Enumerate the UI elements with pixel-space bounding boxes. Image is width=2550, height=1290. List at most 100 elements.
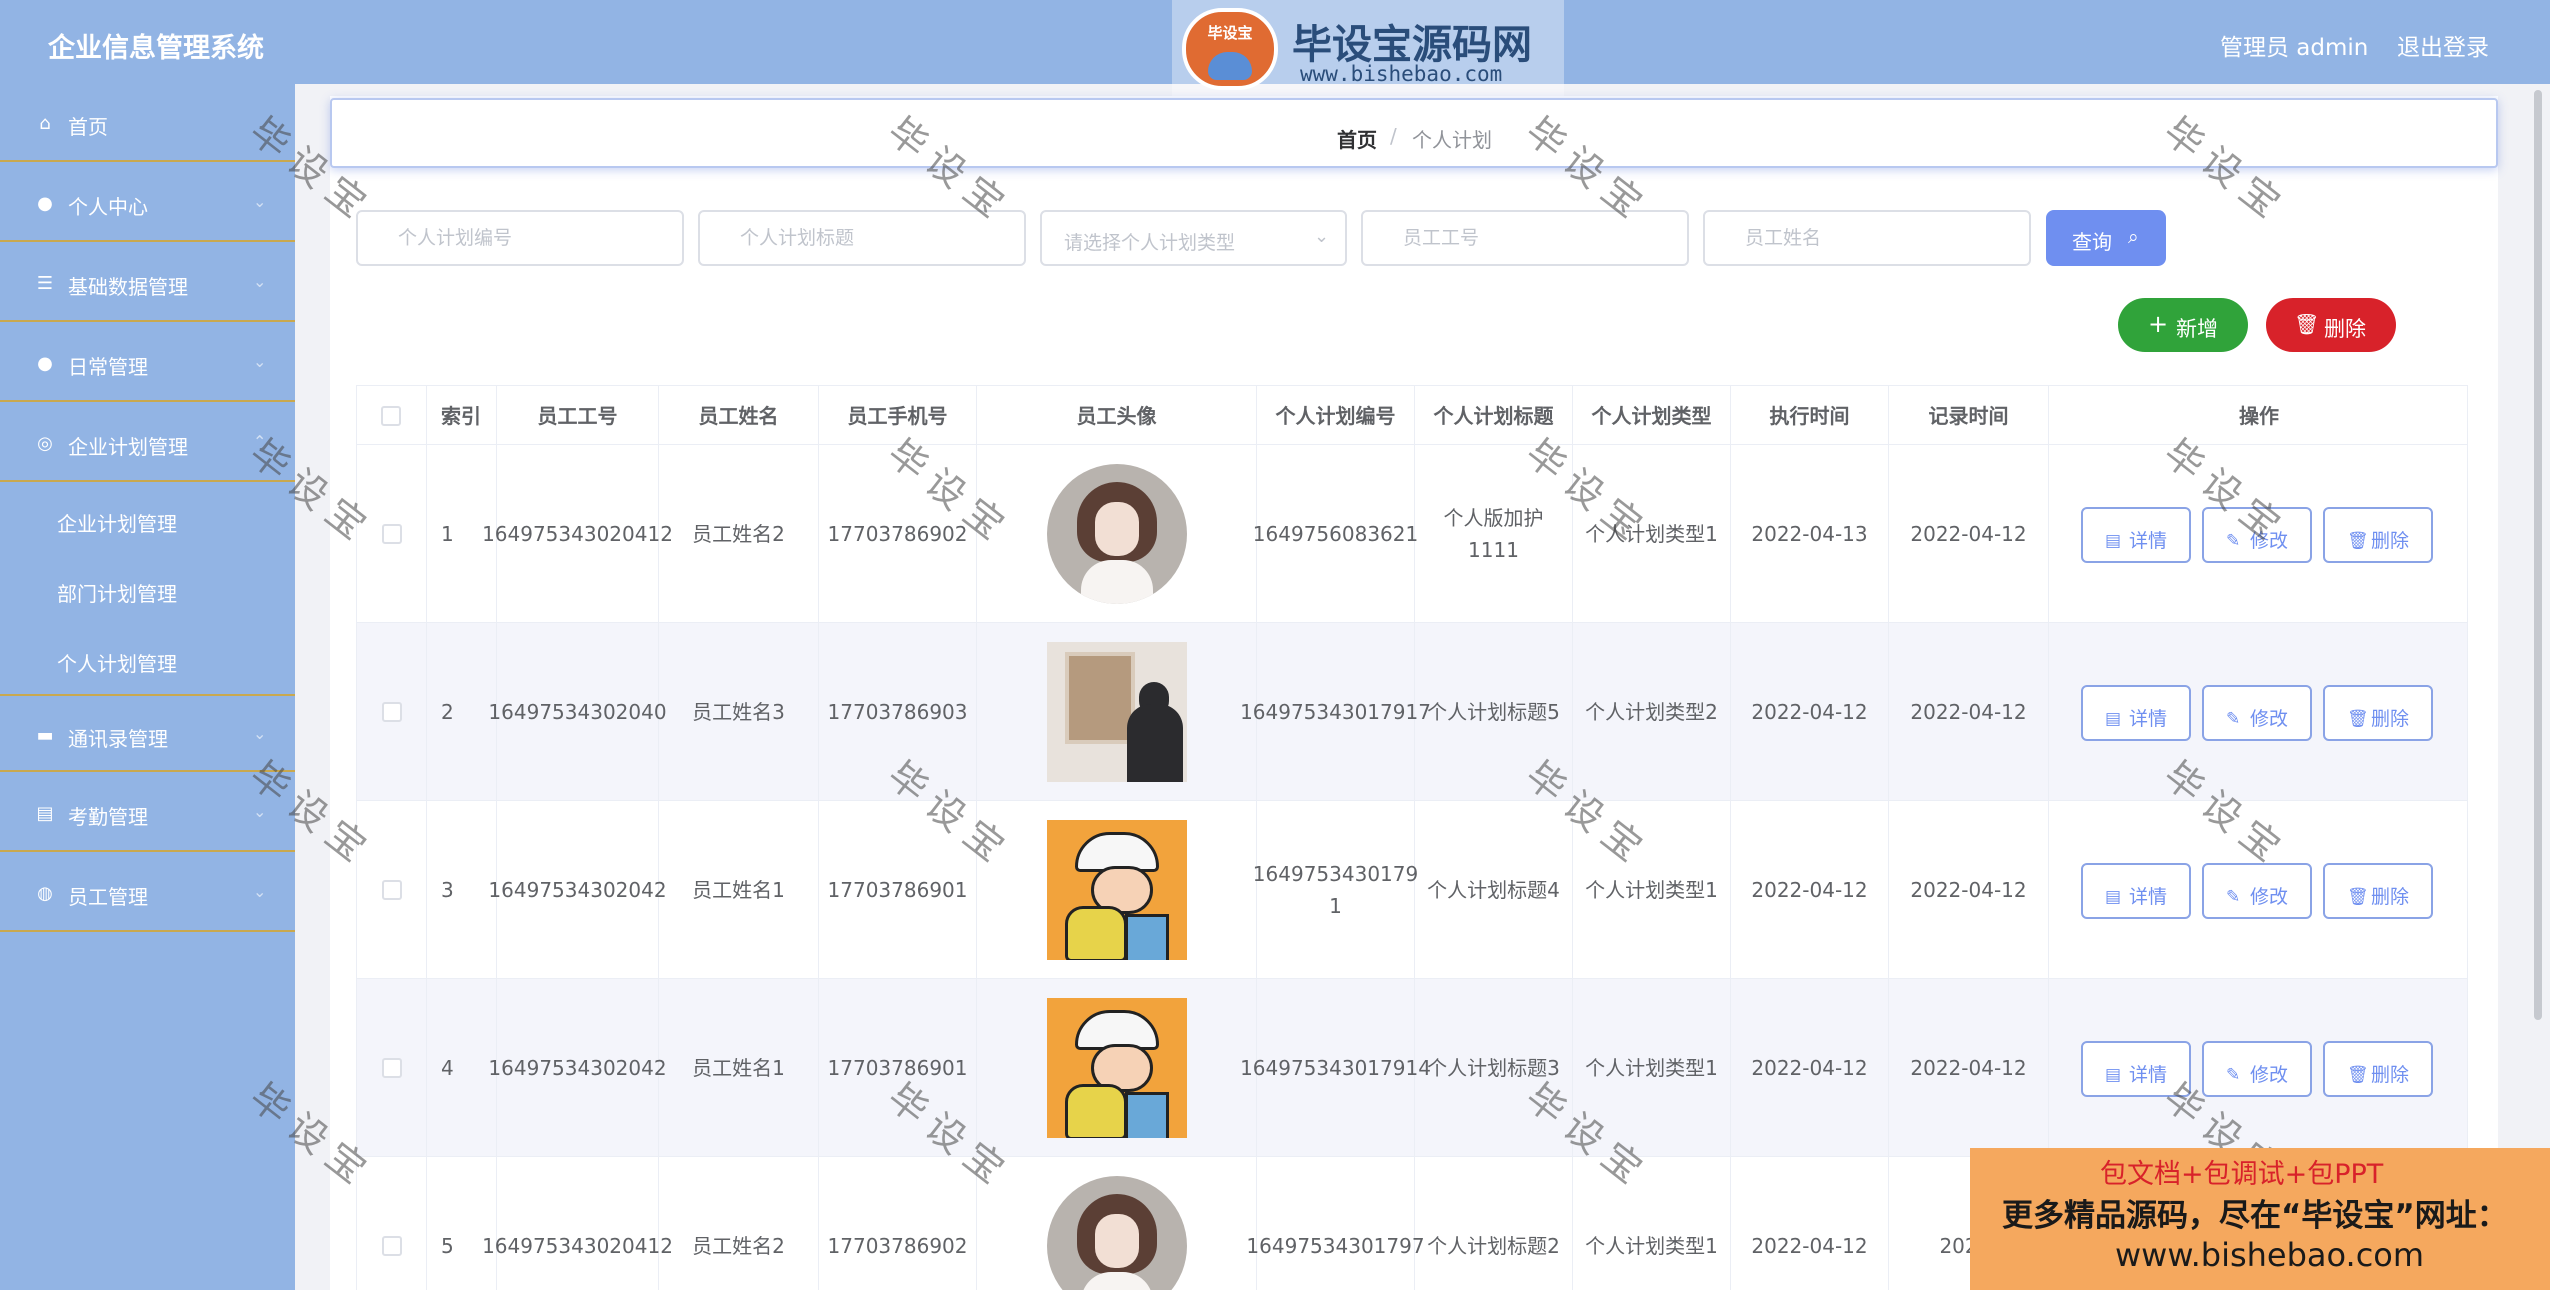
cell-emp-name: 员工姓名1 xyxy=(659,801,819,979)
cell-plan-title: 个人计划标题3 xyxy=(1415,979,1573,1157)
sliders-icon: ☰ xyxy=(36,273,54,294)
row-checkbox[interactable] xyxy=(381,1236,402,1256)
emp-name-input[interactable] xyxy=(1703,210,2031,266)
cell-avatar xyxy=(977,623,1257,801)
globe-icon: ◍ xyxy=(37,883,53,904)
sidebar-item-personal-center[interactable]: ● 个人中心 ⌄ xyxy=(0,164,295,242)
sidebar-item-daily[interactable]: ● 日常管理 ⌄ xyxy=(0,324,295,402)
sidebar-item-contacts[interactable]: ▬ 通讯录管理 ⌄ xyxy=(0,694,295,772)
cell-plan-type: 个人计划类型1 xyxy=(1573,979,1731,1157)
cell-record-time: 2022-04-12 xyxy=(1889,445,2049,623)
edit-button[interactable]: ✎ 修改 xyxy=(2202,685,2312,741)
delete-button[interactable]: 🗑 删除 xyxy=(2323,1041,2433,1097)
breadcrumb-separator: / xyxy=(1390,124,1397,148)
sidebar-subitem-personal-plan[interactable]: 个人计划管理 xyxy=(0,624,295,694)
cell-actions: ▤ 详情 ✎ 修改 🗑 删除 xyxy=(2049,979,2467,1157)
cell-phone: 17703786901 xyxy=(819,801,977,979)
cell-exec-time: 2022-04-12 xyxy=(1731,1157,1889,1290)
plan-title-input[interactable] xyxy=(698,210,1026,266)
detail-button-label: 详情 xyxy=(2129,886,2168,908)
trash-icon: 🗑 xyxy=(2347,887,2369,907)
sidebar-item-basic-data[interactable]: ☰ 基础数据管理 ⌄ xyxy=(0,244,295,322)
row-checkbox[interactable] xyxy=(381,524,402,544)
row-select-cell xyxy=(357,979,427,1157)
sidebar-item-home[interactable]: ⌂ 首页 xyxy=(0,84,295,162)
detail-button-label: 详情 xyxy=(2129,530,2168,552)
edit-button[interactable]: ✎ 修改 xyxy=(2202,507,2312,563)
add-button[interactable]: + 新增 xyxy=(2118,298,2248,352)
detail-button[interactable]: ▤ 详情 xyxy=(2081,685,2191,741)
cell-exec-time: 2022-04-12 xyxy=(1731,801,1889,979)
table-row: 1 164975343020412 员工姓名2 17703786902 1649… xyxy=(357,445,2467,623)
breadcrumb-home[interactable]: 首页 xyxy=(1337,124,1377,153)
trash-icon: 🗑 xyxy=(2294,312,2320,336)
batch-delete-button[interactable]: 🗑 删除 xyxy=(2266,298,2396,352)
cell-actions: ▤ 详情 ✎ 修改 🗑 删除 xyxy=(2049,801,2467,979)
cell-phone: 17703786903 xyxy=(819,623,977,801)
cell-index: 5 xyxy=(427,1157,497,1290)
plan-type-select[interactable]: 请选择个人计划类型 ⌄ xyxy=(1040,210,1347,266)
cell-exec-time: 2022-04-13 xyxy=(1731,445,1889,623)
cell-plan-title: 个人计划标题2 xyxy=(1415,1157,1573,1290)
brand-watermark-logo: 毕设宝 毕设宝源码网 www.bishebao.com xyxy=(1172,0,1564,96)
detail-button[interactable]: ▤ 详情 xyxy=(2081,863,2191,919)
delete-button[interactable]: 🗑 删除 xyxy=(2323,507,2433,563)
cell-plan-type: 个人计划类型1 xyxy=(1573,801,1731,979)
sidebar-item-label: 个人中心 xyxy=(68,195,148,219)
clipboard-icon: ▤ xyxy=(36,803,54,824)
sidebar-item-label: 通讯录管理 xyxy=(68,727,168,751)
user-icon: ● xyxy=(37,193,53,214)
sidebar-item-employees[interactable]: ◍ 员工管理 ⌄ xyxy=(0,854,295,932)
page-scrollbar[interactable] xyxy=(2534,90,2542,1020)
table-header: 索引 员工工号 员工姓名 员工手机号 员工头像 个人计划编号 个人计划标题 个人… xyxy=(357,385,2467,446)
sidebar-subitem-label: 企业计划管理 xyxy=(57,512,177,536)
edit-button[interactable]: ✎ 修改 xyxy=(2202,1041,2312,1097)
emp-no-input[interactable] xyxy=(1361,210,1689,266)
detail-button[interactable]: ▤ 详情 xyxy=(2081,1041,2191,1097)
sidebar-item-enterprise-plan[interactable]: ◎ 企业计划管理 ⌃ xyxy=(0,404,295,482)
document-icon: ▤ xyxy=(2105,887,2122,907)
cell-plan-no: 16497534301797 xyxy=(1246,1157,1425,1290)
delete-button[interactable]: 🗑 删除 xyxy=(2323,685,2433,741)
row-checkbox[interactable] xyxy=(381,1058,402,1078)
sidebar-subitem-enterprise-plan[interactable]: 企业计划管理 xyxy=(0,484,295,554)
header-plan-type: 个人计划类型 xyxy=(1573,386,1731,446)
document-icon: ▤ xyxy=(2105,709,2122,729)
cell-plan-title: 个人计划标题5 xyxy=(1415,623,1573,801)
edit-button-label: 修改 xyxy=(2250,708,2289,730)
sidebar-item-label: 企业计划管理 xyxy=(68,435,188,459)
cell-emp-name: 员工姓名2 xyxy=(659,445,819,623)
edit-button[interactable]: ✎ 修改 xyxy=(2202,863,2312,919)
avatar-room xyxy=(1046,642,1187,782)
cell-emp-name: 员工姓名2 xyxy=(659,1157,819,1290)
cell-phone: 17703786901 xyxy=(819,979,977,1157)
sidebar-item-label: 员工管理 xyxy=(68,885,148,909)
sidebar-item-attendance[interactable]: ▤ 考勤管理 ⌄ xyxy=(0,774,295,852)
header-emp-name: 员工姓名 xyxy=(659,386,819,446)
delete-button-label: 删除 xyxy=(2371,708,2410,730)
promo-line-3: www.bishebao.com xyxy=(2115,1236,2425,1274)
chevron-down-icon: ⌄ xyxy=(253,882,267,901)
sidebar-item-label: 日常管理 xyxy=(68,355,148,379)
detail-button-label: 详情 xyxy=(2129,708,2168,730)
cell-emp-no: 164975343020412 xyxy=(482,1157,673,1290)
promo-banner: 包文档+包调试+包PPT 更多精品源码，尽在“毕设宝”网址： www.bishe… xyxy=(1970,1148,2550,1290)
sidebar: ⌂ 首页 ● 个人中心 ⌄ ☰ 基础数据管理 ⌄ ● 日常管理 ⌄ ◎ 企业计划… xyxy=(0,84,295,1290)
cell-emp-name: 员工姓名3 xyxy=(659,623,819,801)
cell-avatar xyxy=(977,445,1257,623)
select-all-checkbox[interactable] xyxy=(381,406,401,426)
row-checkbox[interactable] xyxy=(381,702,402,722)
home-icon: ⌂ xyxy=(39,113,51,134)
cell-avatar xyxy=(977,1157,1257,1290)
chevron-down-icon: ⌄ xyxy=(253,724,267,743)
logout-link[interactable]: 退出登录 xyxy=(2397,28,2489,62)
plan-no-input[interactable] xyxy=(356,210,684,266)
header-select-all-cell xyxy=(357,386,427,446)
delete-button[interactable]: 🗑 删除 xyxy=(2323,863,2433,919)
edit-icon: ✎ xyxy=(2226,709,2241,729)
batch-delete-button-label: 删除 xyxy=(2324,317,2366,341)
sidebar-subitem-department-plan[interactable]: 部门计划管理 xyxy=(0,554,295,624)
row-checkbox[interactable] xyxy=(381,880,402,900)
detail-button[interactable]: ▤ 详情 xyxy=(2081,507,2191,563)
query-button[interactable]: 查询 ⌕ xyxy=(2046,210,2166,266)
